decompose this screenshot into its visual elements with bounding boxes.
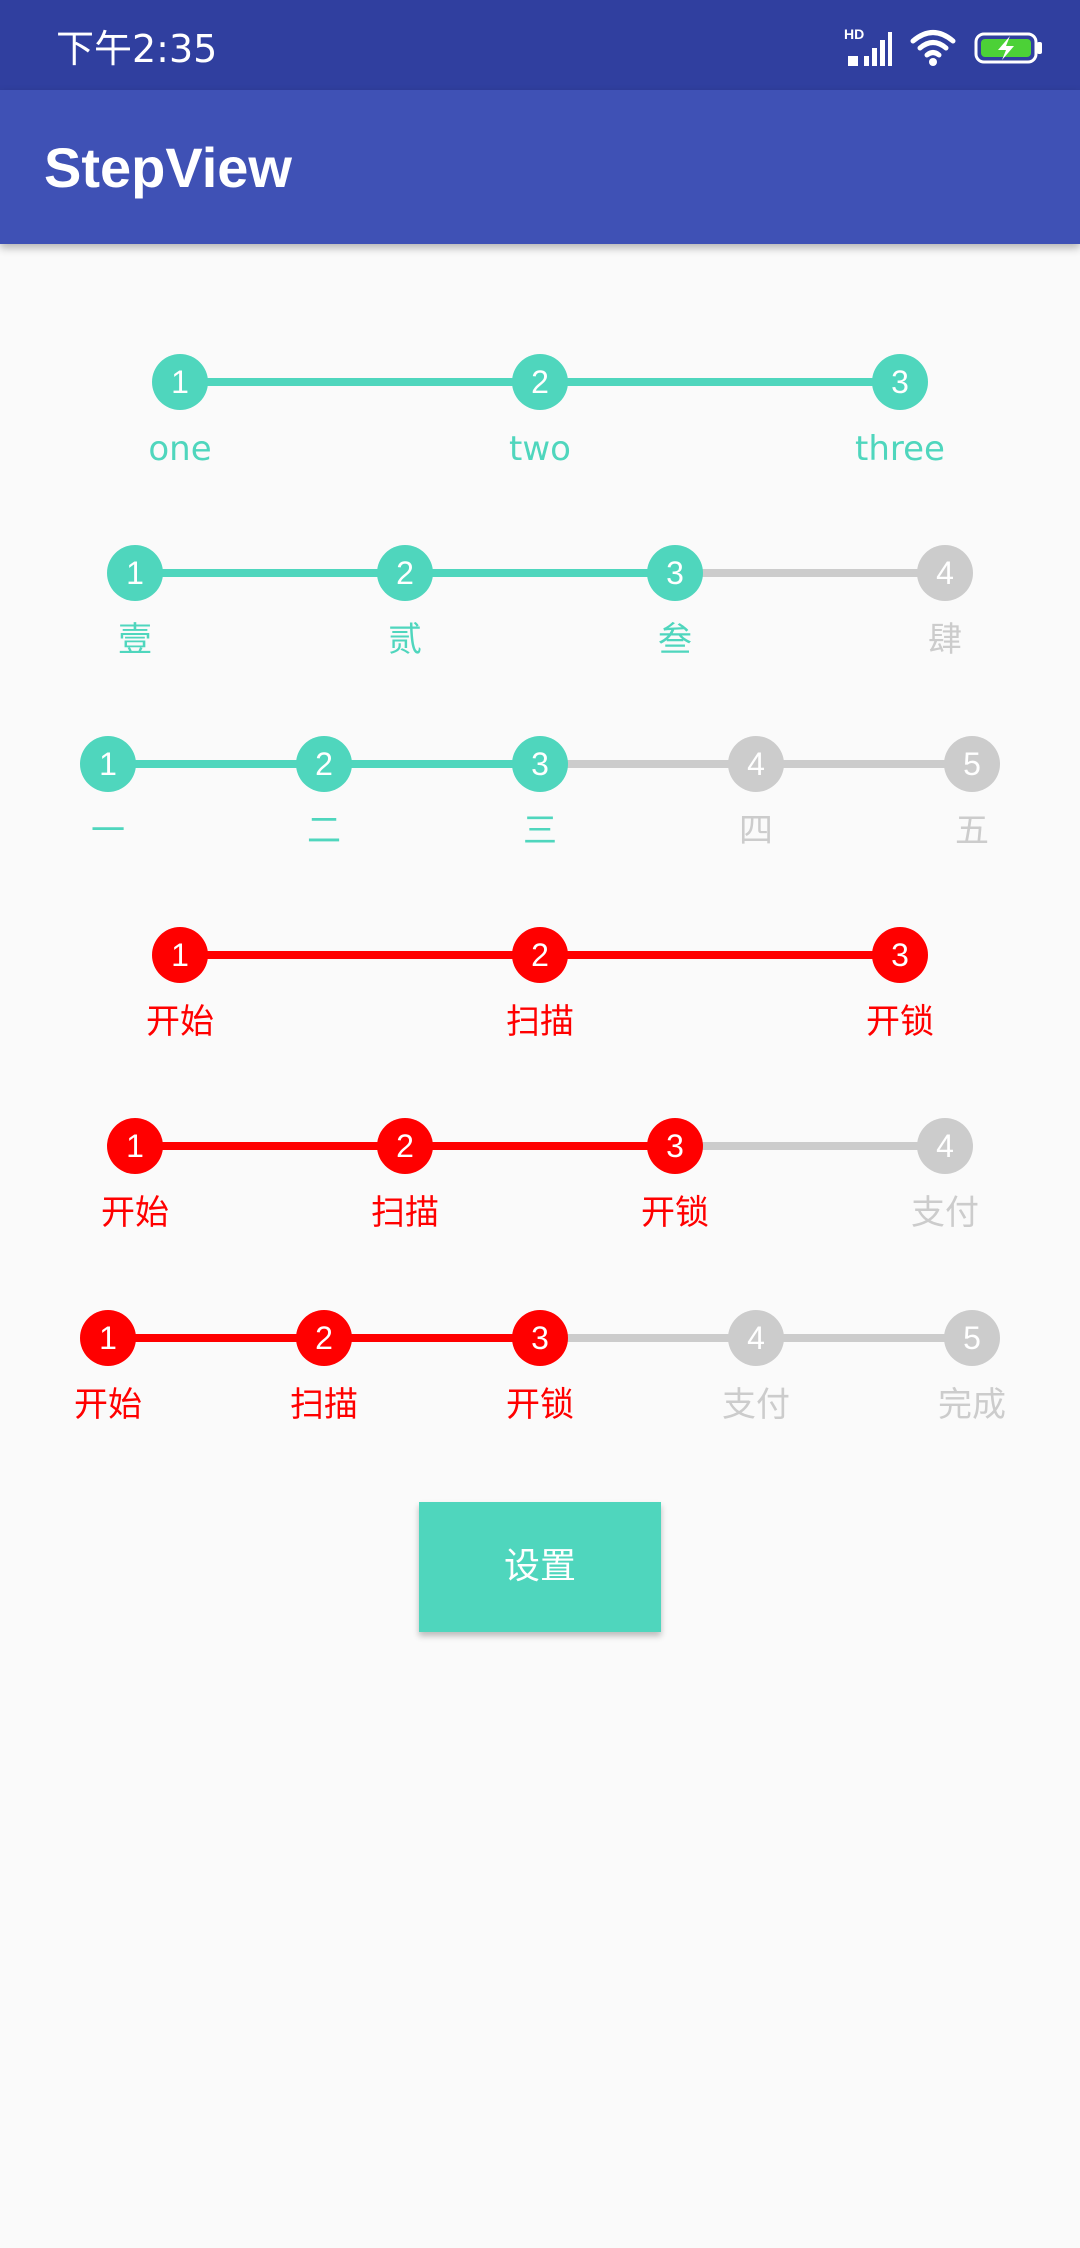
- step-connector: [108, 760, 324, 768]
- step-connector: [756, 760, 972, 768]
- step-label-2: 扫描: [506, 1002, 574, 1042]
- step-label-3: 开锁: [506, 1385, 574, 1425]
- step-node-1: 1: [107, 545, 163, 601]
- step-connector: [540, 760, 756, 768]
- step-node-2: 2: [377, 1118, 433, 1174]
- step-node-3: 3: [872, 927, 928, 983]
- step-view-6: 1 开始 2 扫描 3 开锁 4 支付 5 完成: [0, 0, 1080, 1425]
- step-node-2: 2: [296, 1310, 352, 1366]
- step-node-5: 5: [944, 736, 1000, 792]
- step-connector: [135, 1142, 405, 1150]
- step-connector: [324, 760, 540, 768]
- step-label-5: 五: [955, 811, 989, 851]
- step-node-1: 1: [152, 927, 208, 983]
- step-connector: [540, 378, 900, 386]
- step-node-2: 2: [512, 927, 568, 983]
- step-node-3: 3: [512, 736, 568, 792]
- step-connector: [540, 951, 900, 959]
- step-connector: [324, 1334, 540, 1342]
- step-node-2: 2: [512, 354, 568, 410]
- step-label-1: 开始: [101, 1193, 169, 1233]
- step-connector: [135, 569, 405, 577]
- step-node-4: 4: [728, 1310, 784, 1366]
- step-connector: [675, 1142, 945, 1150]
- step-label-3: 开锁: [866, 1002, 934, 1042]
- settings-button[interactable]: 设置: [419, 1502, 661, 1632]
- step-connector: [675, 569, 945, 577]
- step-label-3: three: [855, 429, 945, 469]
- step-label-2: 扫描: [371, 1193, 439, 1233]
- step-label-4: 支付: [911, 1193, 979, 1233]
- step-label-3: 叁: [658, 620, 692, 660]
- step-node-4: 4: [917, 545, 973, 601]
- step-connector: [180, 951, 540, 959]
- step-label-4: 四: [739, 811, 773, 851]
- step-label-2: 二: [307, 811, 341, 851]
- step-node-3: 3: [647, 1118, 703, 1174]
- step-connector: [405, 569, 675, 577]
- step-label-1: 一: [91, 811, 125, 851]
- step-label-2: 扫描: [290, 1385, 358, 1425]
- step-node-2: 2: [296, 736, 352, 792]
- step-label-2: two: [509, 429, 571, 469]
- step-label-4: 支付: [722, 1385, 790, 1425]
- step-connector: [756, 1334, 972, 1342]
- step-label-1: 开始: [74, 1385, 142, 1425]
- step-node-4: 4: [728, 736, 784, 792]
- step-connector: [405, 1142, 675, 1150]
- step-label-3: 开锁: [641, 1193, 709, 1233]
- step-connector: [108, 1334, 324, 1342]
- step-label-5: 完成: [938, 1385, 1006, 1425]
- step-label-3: 三: [523, 811, 557, 851]
- step-connector: [540, 1334, 756, 1342]
- step-node-4: 4: [917, 1118, 973, 1174]
- step-node-1: 1: [80, 736, 136, 792]
- step-label-2: 贰: [388, 620, 422, 660]
- step-label-4: 肆: [928, 620, 962, 660]
- step-label-1: 开始: [146, 1002, 214, 1042]
- step-node-5: 5: [944, 1310, 1000, 1366]
- step-node-3: 3: [647, 545, 703, 601]
- step-node-3: 3: [872, 354, 928, 410]
- app-title: StepView: [44, 136, 292, 199]
- step-node-2: 2: [377, 545, 433, 601]
- step-node-1: 1: [107, 1118, 163, 1174]
- step-node-1: 1: [152, 354, 208, 410]
- step-label-1: one: [148, 429, 212, 469]
- step-node-3: 3: [512, 1310, 568, 1366]
- step-label-1: 壹: [118, 620, 152, 660]
- step-node-1: 1: [80, 1310, 136, 1366]
- step-connector: [180, 378, 540, 386]
